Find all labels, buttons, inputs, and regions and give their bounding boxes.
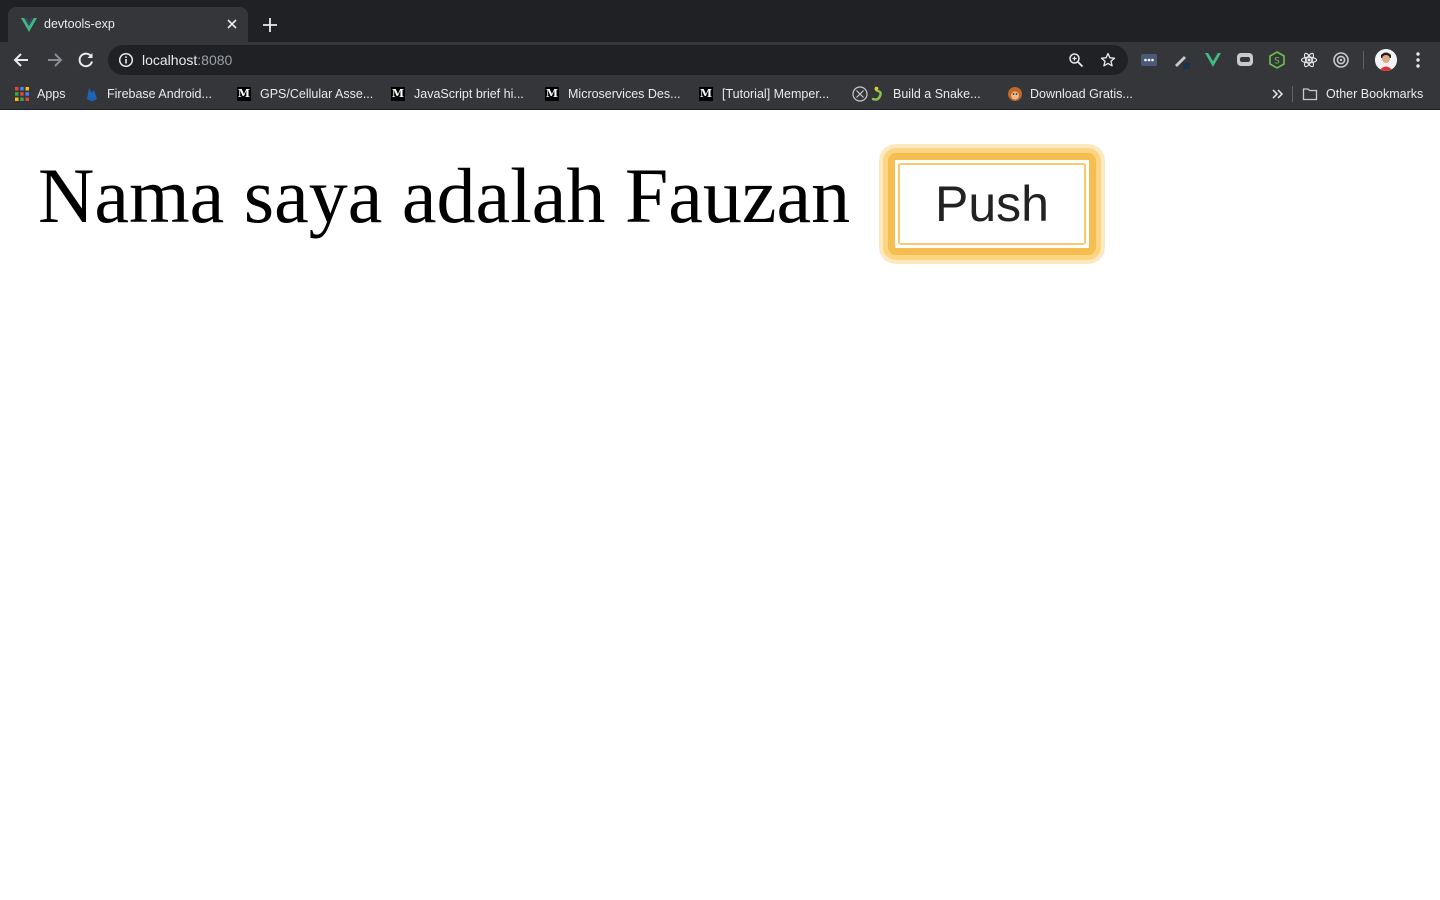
monkey-icon bbox=[1008, 87, 1022, 101]
firebase-icon bbox=[87, 88, 97, 102]
browser-toolbar: localhost:8080 S bbox=[0, 42, 1440, 78]
site-info-icon[interactable] bbox=[118, 52, 134, 68]
back-icon[interactable] bbox=[12, 50, 32, 70]
chrome-menu-icon[interactable] bbox=[1410, 50, 1426, 70]
react-devtools-icon[interactable] bbox=[1300, 51, 1318, 69]
medium-icon: M bbox=[391, 87, 405, 101]
bookmarks-divider bbox=[1292, 86, 1293, 102]
dots-extension-icon[interactable] bbox=[1140, 51, 1158, 69]
push-button[interactable]: Push bbox=[888, 153, 1096, 255]
bookmark-gps[interactable]: M GPS/Cellular Asse... bbox=[237, 85, 373, 103]
bookmark-firebase[interactable]: Firebase Android... bbox=[84, 85, 212, 103]
bookmarks-bar: Apps Firebase Android... M GPS/Cellular … bbox=[0, 78, 1440, 110]
tab-title: devtools-exp bbox=[44, 17, 115, 31]
page-viewport: Nama saya adalah Fauzan Push bbox=[0, 111, 1440, 900]
node-extension-icon[interactable]: S bbox=[1268, 51, 1286, 69]
bookmark-label: Microservices Des... bbox=[568, 87, 681, 101]
bookmark-download[interactable]: Download Gratis... bbox=[1007, 85, 1133, 103]
bookmark-label: Firebase Android... bbox=[107, 87, 212, 101]
tab-active[interactable]: devtools-exp bbox=[8, 7, 248, 42]
bookmark-microservices[interactable]: M Microservices Des... bbox=[545, 85, 681, 103]
bookmark-label: Build a Snake... bbox=[893, 87, 981, 101]
medium-icon: M bbox=[545, 87, 559, 101]
bookmark-tutorial[interactable]: M [Tutorial] Memper... bbox=[699, 85, 829, 103]
bookmark-label: JavaScript brief hi... bbox=[414, 87, 524, 101]
medium-icon: M bbox=[237, 87, 251, 101]
push-button-label: Push bbox=[935, 176, 1049, 232]
snake-icon bbox=[871, 86, 882, 101]
pen-extension-icon[interactable] bbox=[1172, 51, 1190, 69]
bookmark-label: Download Gratis... bbox=[1030, 87, 1133, 101]
profile-photo-icon bbox=[1375, 49, 1397, 71]
svg-text:S: S bbox=[1274, 57, 1280, 67]
chat-extension-icon[interactable] bbox=[1236, 51, 1254, 69]
zoom-icon[interactable] bbox=[1068, 52, 1084, 68]
profile-avatar[interactable] bbox=[1375, 49, 1397, 71]
bookmark-label: Apps bbox=[37, 87, 66, 101]
url-host: localhost bbox=[142, 52, 198, 68]
bookmark-star-icon[interactable] bbox=[1100, 52, 1116, 68]
url-port: :8080 bbox=[197, 52, 233, 68]
bookmark-apps[interactable]: Apps bbox=[14, 85, 66, 103]
bookmark-label: GPS/Cellular Asse... bbox=[260, 87, 374, 101]
other-bookmarks-label: Other Bookmarks bbox=[1326, 87, 1424, 101]
reload-icon[interactable] bbox=[76, 50, 96, 70]
other-bookmarks[interactable]: Other Bookmarks bbox=[1302, 85, 1423, 103]
x-circle-icon bbox=[852, 86, 868, 102]
vue-logo-icon bbox=[21, 18, 37, 32]
bookmark-label: [Tutorial] Memper... bbox=[722, 87, 830, 101]
toolbar-divider bbox=[1363, 51, 1364, 69]
bookmark-javascript[interactable]: M JavaScript brief hi... bbox=[391, 85, 524, 103]
more-bookmarks-icon[interactable] bbox=[1270, 86, 1286, 102]
forward-icon[interactable] bbox=[44, 50, 64, 70]
bookmark-snake[interactable]: Build a Snake... bbox=[852, 85, 981, 103]
target-extension-icon[interactable] bbox=[1332, 51, 1350, 69]
close-tab-icon[interactable] bbox=[224, 16, 240, 32]
apps-grid-icon bbox=[15, 87, 29, 101]
folder-icon bbox=[1302, 88, 1318, 101]
new-tab-icon[interactable] bbox=[260, 15, 280, 35]
vue-devtools-icon[interactable] bbox=[1204, 51, 1222, 69]
tab-strip: devtools-exp bbox=[0, 0, 1440, 42]
medium-icon: M bbox=[699, 87, 713, 101]
address-bar[interactable]: localhost:8080 bbox=[108, 45, 1128, 75]
url-text: localhost:8080 bbox=[142, 52, 232, 68]
page-heading: Nama saya adalah Fauzan bbox=[38, 152, 851, 239]
